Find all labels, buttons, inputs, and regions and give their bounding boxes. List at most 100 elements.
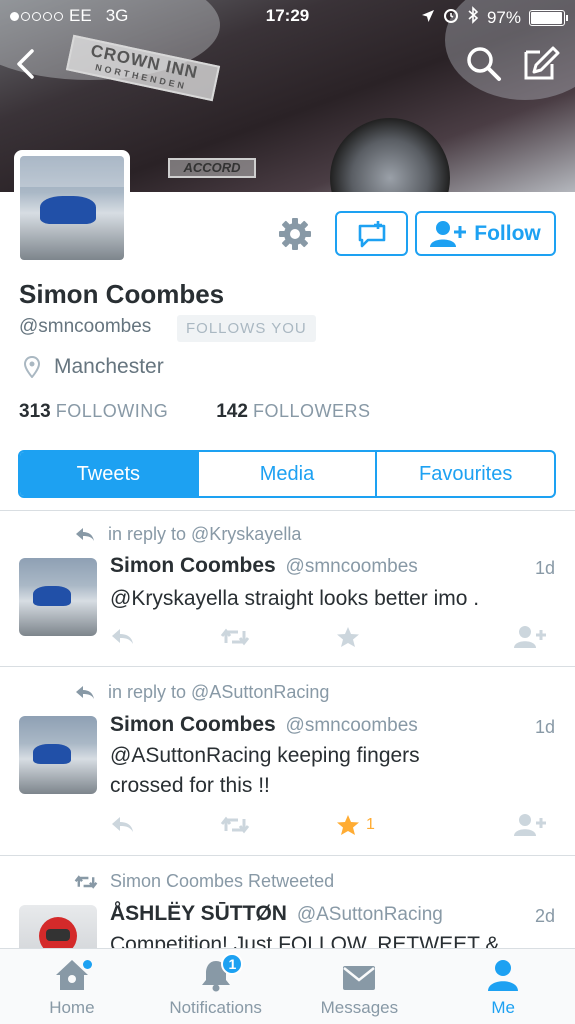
- add-user-icon: [514, 626, 546, 648]
- tweet-author-name: ÅSHLËY SŪTTØN: [110, 902, 287, 925]
- tweet-author-name: Simon Coombes: [110, 713, 276, 736]
- favourite-button[interactable]: [336, 623, 366, 651]
- settings-button[interactable]: [278, 217, 312, 251]
- back-button[interactable]: [8, 46, 44, 82]
- tweet[interactable]: in reply to @Kryskayella Simon Coombes @…: [0, 511, 575, 666]
- tweet-actions: [110, 623, 550, 651]
- tweet-time: 2d: [534, 906, 555, 926]
- tab-tweets[interactable]: Tweets: [20, 452, 197, 496]
- tweet-context: in reply to @ASuttonRacing: [74, 682, 329, 703]
- followers-label: FOLLOWERS: [252, 401, 371, 421]
- tweet-context: Simon Coombes Retweeted: [74, 871, 334, 892]
- tab-favourites[interactable]: Favourites: [375, 452, 554, 496]
- tweet-author: ÅSHLËY SŪTTØN @ASuttonRacing: [110, 902, 443, 926]
- reply-icon: [112, 629, 133, 644]
- compose-tweet-button[interactable]: [520, 44, 560, 84]
- reply-icon: [112, 817, 133, 832]
- following-count: 313: [19, 401, 51, 422]
- profile-name: Simon Coombes: [19, 279, 225, 309]
- favourite-button[interactable]: 1: [336, 811, 375, 839]
- tab-me[interactable]: Me: [431, 949, 575, 1024]
- tab-messages-label: Messages: [320, 998, 399, 1017]
- user-icon: [488, 960, 519, 991]
- location-pin-icon: [24, 356, 40, 378]
- profile-location: Manchester: [24, 355, 164, 379]
- search-button[interactable]: [464, 44, 504, 84]
- reply-button[interactable]: [110, 623, 136, 651]
- tweet-author: Simon Coombes @smncoombes: [110, 713, 418, 737]
- tweet-text: @ASuttonRacing keeping fingers crossed f…: [110, 744, 420, 797]
- tweet-time: 1d: [534, 717, 555, 737]
- header-car-wheel: [330, 118, 450, 192]
- follow-user-button[interactable]: [514, 811, 546, 839]
- following-stat[interactable]: 313 FOLLOWING: [19, 401, 168, 423]
- follow-button-label: Follow: [474, 221, 541, 245]
- add-user-icon: [430, 220, 467, 247]
- followers-stat[interactable]: 142 FOLLOWERS: [216, 401, 370, 423]
- tab-messages[interactable]: Messages: [288, 949, 432, 1024]
- chevron-left-icon: [17, 49, 34, 79]
- tab-notifications-label: Notifications: [169, 998, 262, 1017]
- tab-home-label: Home: [49, 998, 95, 1017]
- retweet-button[interactable]: [220, 811, 250, 839]
- tab-home[interactable]: Home: [0, 949, 144, 1024]
- tweet-text: @Kryskayella straight looks better imo .: [110, 587, 480, 610]
- search-icon: [467, 47, 501, 81]
- header-car-badge: ACCORD: [168, 158, 256, 178]
- followers-count: 142: [216, 401, 248, 422]
- tweet-context: in reply to @Kryskayella: [74, 524, 301, 545]
- tweet-context-text: in reply to @Kryskayella: [108, 524, 302, 544]
- reply-button[interactable]: [110, 811, 136, 839]
- following-label: FOLLOWING: [55, 401, 169, 421]
- retweet-button[interactable]: [220, 623, 250, 651]
- battery-icon: [529, 9, 568, 26]
- tweet-context-text: in reply to @ASuttonRacing: [108, 682, 330, 702]
- retweet-icon: [220, 628, 250, 646]
- tab-me-label: Me: [491, 998, 515, 1017]
- tweet-context-text: Simon Coombes Retweeted: [110, 871, 335, 891]
- tweet-actions: 1: [110, 811, 550, 839]
- compose-icon: [524, 46, 560, 80]
- bluetooth-icon: [467, 6, 479, 29]
- tweet-text: Competition! Just FOLLOW, RETWEET &: [110, 933, 500, 948]
- direct-message-icon: [358, 220, 385, 247]
- favourite-count: 1: [366, 816, 375, 833]
- reply-icon: [76, 527, 94, 541]
- tweet-author-handle: @smncoombes: [285, 556, 418, 577]
- star-icon: [337, 627, 359, 647]
- tweet-avatar[interactable]: [19, 716, 97, 794]
- tweet-author: Simon Coombes @smncoombes: [110, 554, 418, 578]
- star-icon: [337, 815, 359, 835]
- follow-user-button[interactable]: [514, 623, 546, 651]
- tweet-avatar[interactable]: [19, 558, 97, 636]
- tweet-author-handle: @ASuttonRacing: [296, 904, 443, 925]
- location-arrow-icon: [421, 8, 435, 28]
- gear-icon: [279, 218, 311, 250]
- alarm-icon: [443, 7, 459, 28]
- reply-icon: [76, 685, 94, 699]
- tweet-time: 1d: [534, 558, 555, 578]
- tab-media[interactable]: Media: [196, 452, 376, 496]
- retweet-icon: [220, 816, 250, 834]
- profile-handle: @smncoombes: [19, 316, 152, 337]
- direct-message-button[interactable]: [335, 211, 408, 256]
- follow-button[interactable]: Follow: [415, 211, 556, 256]
- battery-percentage: 97%: [486, 7, 521, 27]
- add-user-icon: [514, 814, 546, 836]
- tweet[interactable]: in reply to @ASuttonRacing Simon Coombes…: [0, 667, 575, 855]
- tweet-author-handle: @smncoombes: [285, 715, 418, 736]
- notifications-badge: 1: [221, 953, 244, 975]
- tweet-author-name: Simon Coombes: [110, 554, 276, 577]
- profile-tabs: Tweets Media Favourites: [18, 450, 556, 498]
- home-unread-indicator: [83, 960, 93, 969]
- status-bar: EE 3G 17:29 97%: [0, 0, 575, 34]
- follows-you-badge: FOLLOWS YOU: [177, 315, 316, 342]
- tweet[interactable]: Simon Coombes Retweeted ÅSHLËY SŪTTØN @A…: [0, 856, 575, 948]
- profile-avatar[interactable]: [14, 150, 130, 266]
- tweet-avatar[interactable]: [19, 905, 97, 948]
- envelope-icon: [343, 966, 376, 990]
- tab-notifications[interactable]: 1 Notifications: [144, 949, 288, 1024]
- location-text: Manchester: [54, 355, 164, 378]
- bottom-tab-bar: Home 1 Notifications Messages Me: [0, 948, 575, 1024]
- retweet-icon: [74, 874, 98, 889]
